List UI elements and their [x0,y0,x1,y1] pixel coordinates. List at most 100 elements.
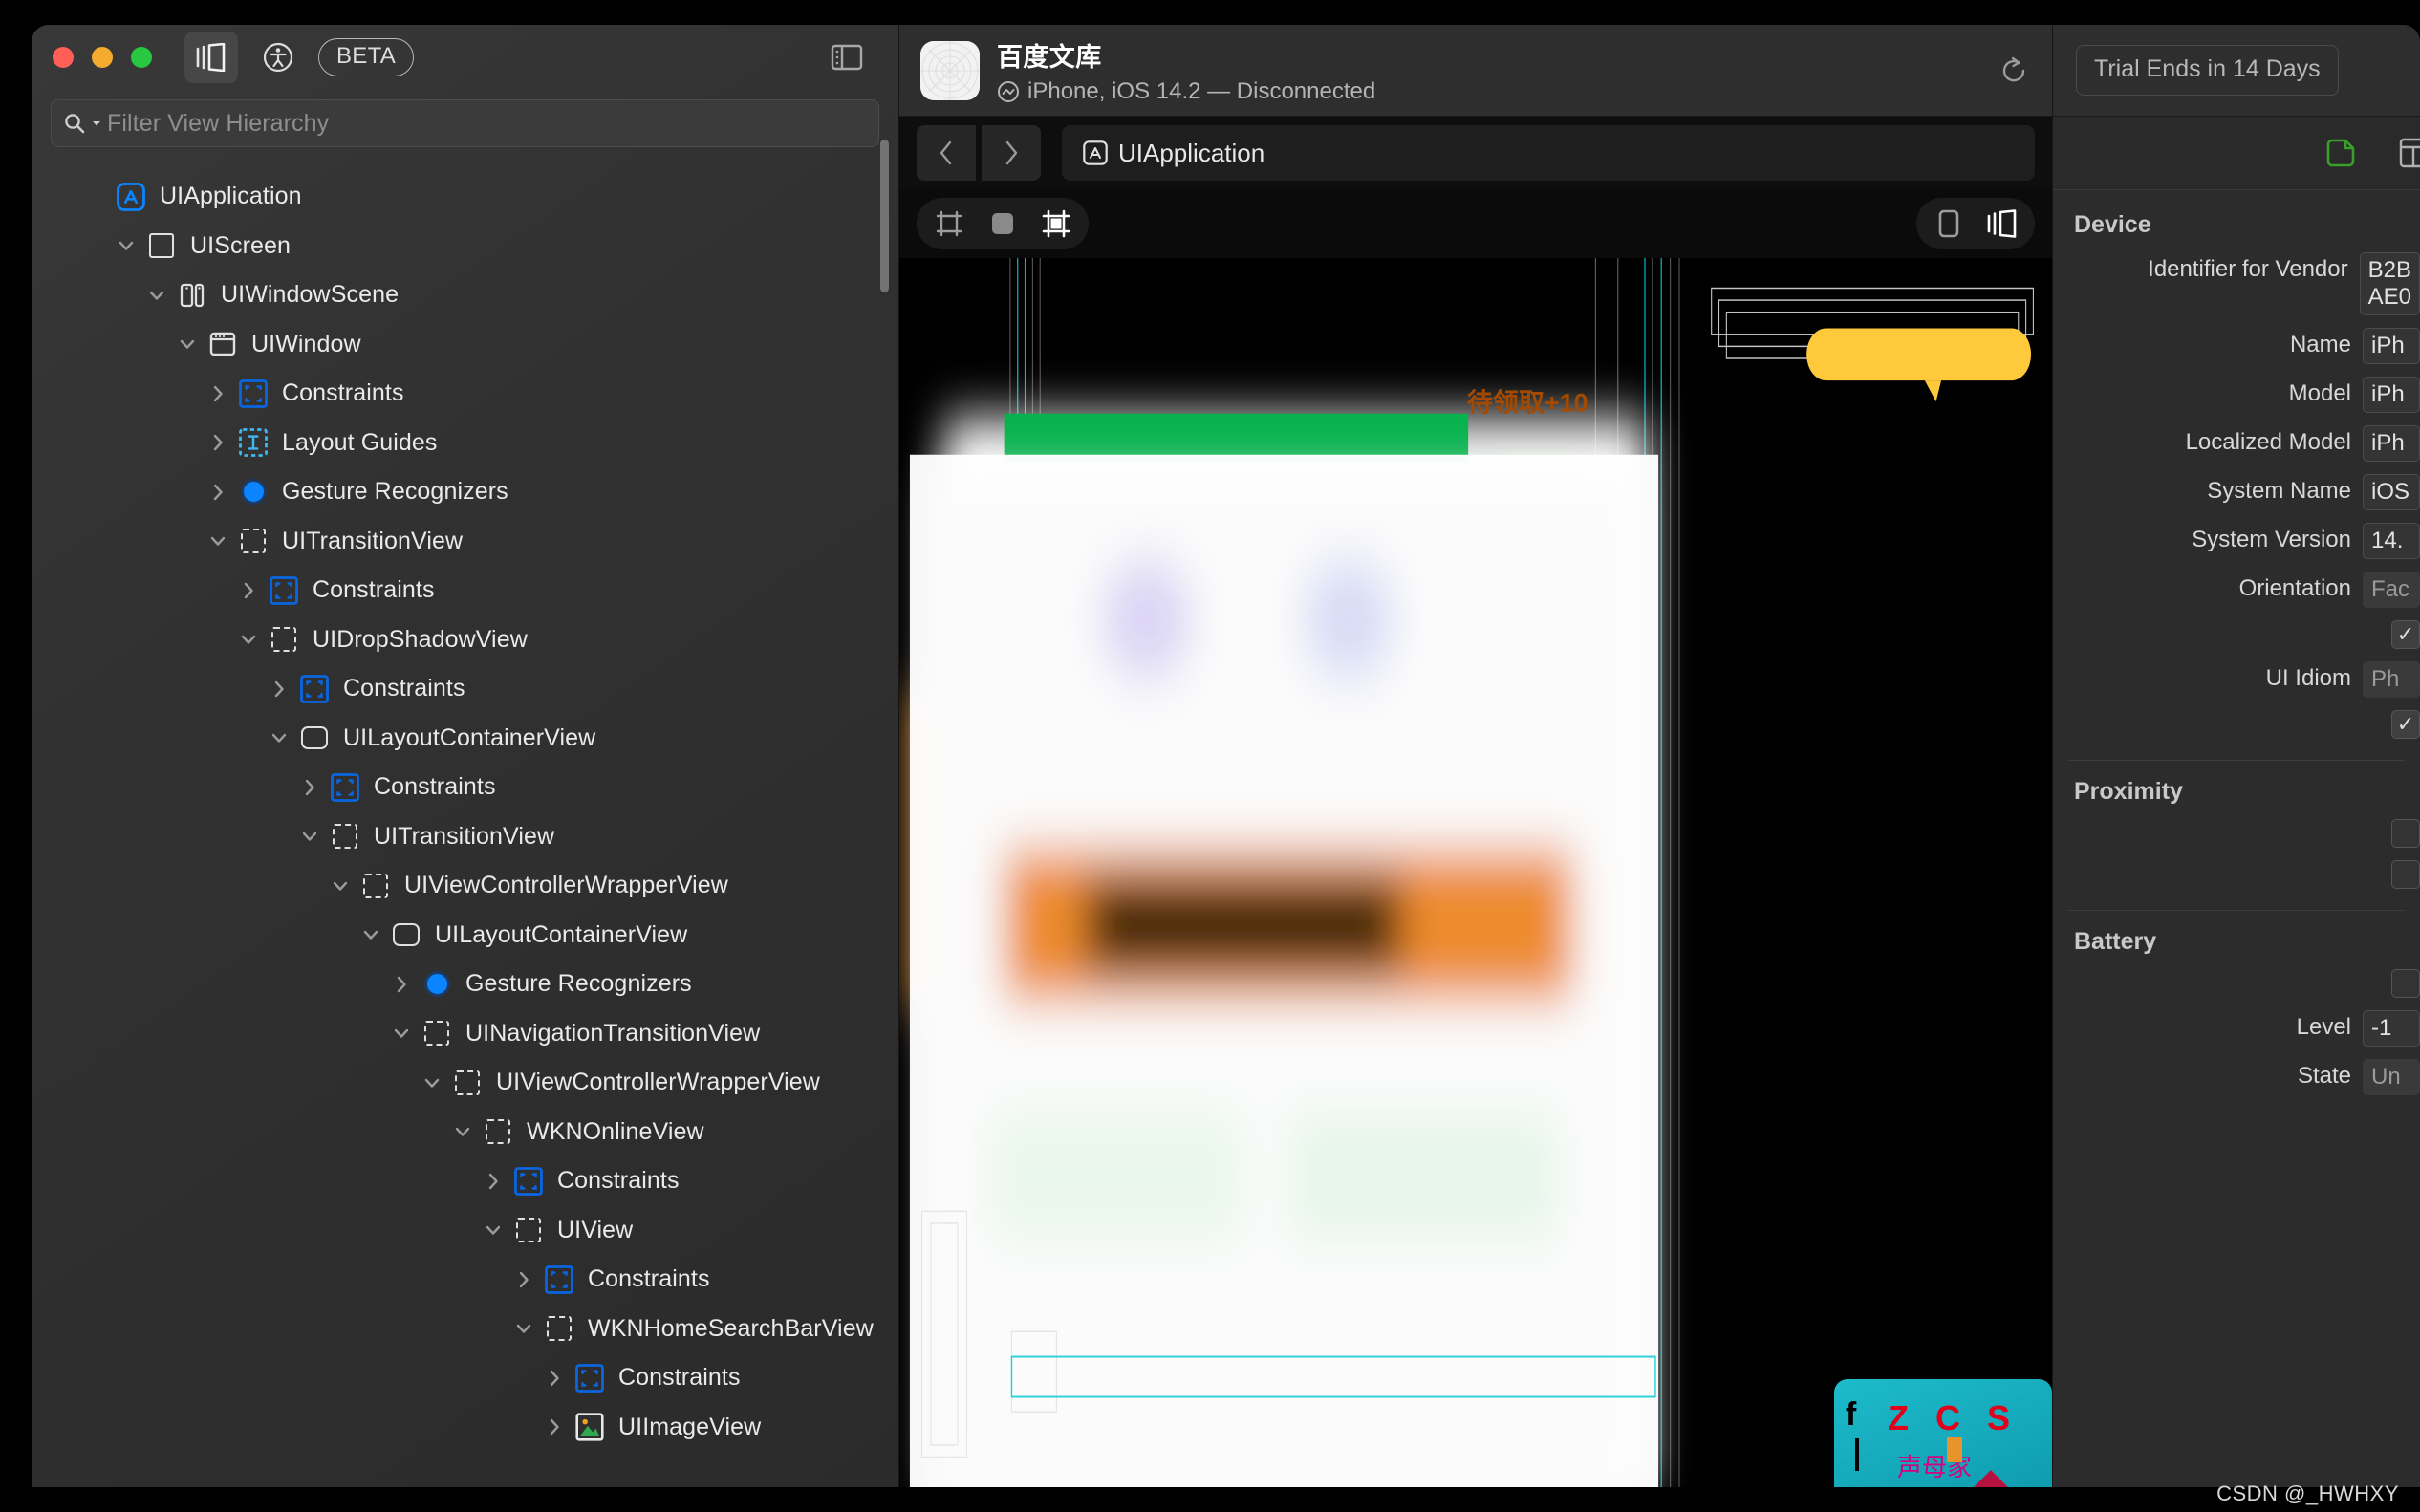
reward-badge-label[interactable]: 待领取+10 [1467,382,1588,420]
tree-disclosure-triangle[interactable] [479,1216,508,1244]
accessibility-button[interactable] [251,32,305,83]
tree-disclosure-triangle[interactable] [357,920,385,949]
inspector-field-value[interactable]: Fac [2363,572,2420,608]
tree-row-uinavigationtransitionview[interactable]: UINavigationTransitionView [32,1009,898,1059]
tree-row-gesture-recognizers[interactable]: Gesture Recognizers [32,467,898,517]
tree-disclosure-triangle[interactable] [142,281,171,310]
forward-button[interactable] [982,125,1041,181]
tree-disclosure-triangle[interactable] [204,478,232,507]
zoom-button[interactable] [131,47,152,68]
tree-row-uilayoutcontainerview[interactable]: UILayoutContainerView [32,714,898,764]
object-inspector-tab[interactable] [2324,136,2359,170]
inspector-field-value[interactable]: 14. [2363,523,2420,559]
inspector-field-value[interactable]: Un [2363,1059,2420,1095]
dashed-square-icon [455,1069,480,1095]
promo-chimney-icon [1947,1437,1962,1462]
tree-row-gesture-recognizers[interactable]: Gesture Recognizers [32,960,898,1009]
trial-status-button[interactable]: Trial Ends in 14 Days [2076,45,2339,96]
search-input[interactable]: Filter View Hierarchy [51,99,879,147]
tree-row-uiviewcontrollerwrapperview[interactable]: UIViewControllerWrapperView [32,1058,898,1108]
inspector-checkbox[interactable]: ✓ [2391,620,2420,649]
tree-disclosure-triangle[interactable] [387,970,416,999]
tree-row-wknonlineview[interactable]: WKNOnlineView [32,1108,898,1157]
tree-disclosure-triangle[interactable] [265,724,293,752]
section-header-proximity: Proximity [2074,778,2183,805]
wireframe-and-contents-mode-button[interactable] [1029,202,1083,246]
tree-row-layout-guides[interactable]: Layout Guides [32,419,898,468]
tree-disclosure-triangle[interactable] [204,527,232,555]
refresh-button[interactable] [1976,25,2052,117]
tree-disclosure-triangle[interactable] [112,231,140,260]
inspector-field-value[interactable]: iPh [2363,328,2420,364]
tree-row-constraints[interactable]: Constraints [32,369,898,419]
tree-disclosure-triangle[interactable] [418,1069,446,1097]
view-hierarchy-tree[interactable]: UIApplication UIScreen UIWindowScene UIWind… [32,172,898,1487]
tree-item-icon [238,526,269,556]
tree-row-uiimageview[interactable]: UIImageView [32,1403,898,1453]
tree-disclosure-triangle[interactable] [204,428,232,457]
back-button[interactable] [917,125,976,181]
inspector-checkbox[interactable] [2391,860,2420,889]
tree-row-constraints[interactable]: Constraints [32,1156,898,1206]
tree-disclosure-triangle[interactable] [509,1265,538,1294]
inspector-field-value[interactable]: B2B AE0 [2359,252,2420,315]
close-button[interactable] [53,47,74,68]
tree-row-constraints[interactable]: Constraints [32,763,898,812]
inspector-field-value[interactable]: iPh [2363,377,2420,413]
tree-disclosure-triangle[interactable] [173,330,202,358]
view-mode-segmented-control[interactable] [917,198,1089,249]
inspector-field-value[interactable]: Ph [2363,661,2420,698]
tree-row-uitransitionview[interactable]: UITransitionView [32,812,898,862]
promo-card[interactable]: Z C S 声母家 f [1834,1379,2052,1487]
tree-row-uilayoutcontainerview[interactable]: UILayoutContainerView [32,911,898,961]
tree-scrollbar[interactable] [880,140,889,292]
tree-row-constraints[interactable]: Constraints [32,1353,898,1403]
device-preview-canvas[interactable]: 待领取+10 Z C S 声母家 f [899,258,2052,1487]
tree-row-uiwindowscene[interactable]: UIWindowScene [32,270,898,320]
tree-item-icon [238,477,269,508]
tree-row-constraints[interactable]: Constraints [32,1255,898,1305]
tree-disclosure-triangle[interactable] [234,625,263,654]
layout-inspector-tab[interactable] [2399,137,2420,169]
inspector-field-value[interactable]: iOS [2363,474,2420,510]
inspector-checkbox[interactable] [2391,819,2420,848]
tree-disclosure-triangle[interactable] [265,675,293,703]
minimize-button[interactable] [92,47,113,68]
wireframe-mode-button[interactable] [922,202,976,246]
inspector-checkbox[interactable]: ✓ [2391,710,2420,739]
tree-disclosure-triangle[interactable] [387,1019,416,1048]
contents-mode-button[interactable] [976,202,1029,246]
tree-disclosure-triangle[interactable] [479,1167,508,1196]
tree-row-uiviewcontrollerwrapperview[interactable]: UIViewControllerWrapperView [32,861,898,911]
tree-row-uiview[interactable]: UIView [32,1206,898,1256]
tree-disclosure-triangle[interactable] [448,1117,477,1146]
inspector-field-value[interactable]: iPh [2363,425,2420,462]
tree-row-uiapplication[interactable]: UIApplication [32,172,898,222]
tree-disclosure-triangle[interactable] [540,1413,569,1441]
tree-disclosure-triangle[interactable] [509,1314,538,1343]
single-view-mode-button[interactable] [1922,202,1976,246]
tree-row-constraints[interactable]: Constraints [32,664,898,714]
breadcrumb[interactable]: UIApplication [1062,125,2035,181]
tree-row-wknhomesearchbarview[interactable]: WKNHomeSearchBarView [32,1305,898,1354]
split-view-mode-button[interactable] [1976,202,2029,246]
tree-row-uiscreen[interactable]: UIScreen [32,222,898,271]
chevron-down-icon [424,1078,440,1088]
tree-disclosure-triangle[interactable] [295,773,324,802]
tree-disclosure-triangle[interactable] [295,822,324,851]
tree-disclosure-triangle[interactable] [540,1364,569,1393]
inspector-field-value[interactable]: -1 [2363,1010,2420,1047]
tree-disclosure-triangle[interactable] [234,576,263,605]
layout-mode-segmented-control[interactable] [1916,198,2035,249]
tree-row-uidropshadowview[interactable]: UIDropShadowView [32,616,898,665]
tree-disclosure-triangle[interactable] [204,379,232,408]
tree-row-uitransitionview[interactable]: UITransitionView [32,517,898,567]
tree-row-constraints[interactable]: Constraints [32,566,898,616]
tree-item-label: UIScreen [190,231,292,259]
inspector-checkbox[interactable] [2391,969,2420,998]
tree-item-label: Constraints [557,1167,680,1195]
sidebar-toggle-button[interactable] [184,32,238,83]
tree-disclosure-triangle[interactable] [326,872,355,900]
tree-row-uiwindow[interactable]: UIWindow [32,320,898,370]
right-panel-toggle-button[interactable] [820,32,874,83]
